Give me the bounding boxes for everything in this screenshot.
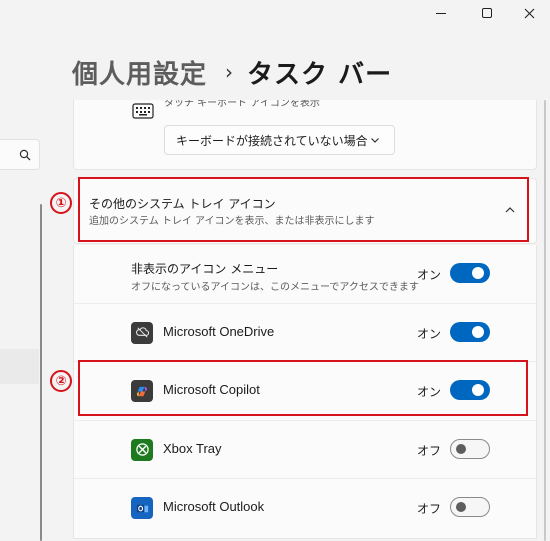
sidebar-scrollbar[interactable] — [40, 204, 42, 541]
toggle-knob — [456, 502, 466, 512]
breadcrumb: 個人用設定 › タスク バー — [72, 52, 392, 92]
toggle-knob — [472, 267, 484, 279]
app-name: Microsoft OneDrive — [163, 323, 275, 339]
annotation-number-1: ① — [50, 192, 72, 214]
annotation-box-2 — [78, 360, 528, 416]
maximize-icon — [482, 8, 492, 18]
chevron-down-icon — [371, 138, 379, 143]
touch-keyboard-label: タッチ キーボード アイコンを表示 — [164, 100, 320, 109]
sidebar — [0, 0, 48, 541]
hidden-menu-title: 非表示のアイコン メニュー — [131, 262, 279, 276]
main-scrollbar[interactable] — [544, 100, 546, 541]
toggle-knob — [456, 443, 466, 454]
toggle-state-label: オン — [417, 268, 442, 282]
search-icon — [19, 149, 31, 160]
settings-content: タッチ キーボード アイコンを表示 キーボードが接続されていない場合 その他のシ… — [73, 100, 537, 541]
toggle-state-label: オフ — [417, 502, 442, 516]
breadcrumb-parent[interactable]: 個人用設定 — [72, 54, 207, 91]
sidebar-selected-item[interactable] — [0, 349, 39, 384]
toggle-knob — [472, 325, 484, 338]
hidden-menu-description: オフになっているアイコンは、このメニューでアクセスできます — [131, 282, 419, 293]
hidden-menu-toggle[interactable] — [450, 263, 490, 283]
minimize-button[interactable] — [418, 0, 464, 26]
app-row-onedrive: Microsoft OneDrive オン — [74, 304, 536, 362]
onedrive-toggle[interactable] — [450, 321, 490, 342]
annotation-number-2: ② — [50, 370, 72, 392]
touch-keyboard-dropdown[interactable]: キーボードが接続されていない場合 — [164, 125, 395, 155]
onedrive-icon — [131, 321, 153, 344]
minimize-icon — [436, 12, 446, 14]
toggle-state-label: オフ — [417, 443, 442, 458]
maximize-button[interactable] — [464, 0, 510, 26]
close-button[interactable] — [506, 0, 550, 26]
xbox-icon — [131, 438, 153, 461]
annotation-box-1 — [78, 177, 529, 242]
toggle-state-label: オン — [417, 326, 442, 341]
xbox-toggle[interactable] — [450, 438, 490, 459]
app-name: Microsoft Outlook — [163, 499, 265, 514]
app-row-outlook: Microsoft Outlook オフ — [74, 479, 536, 538]
page-title: タスク バー — [247, 59, 393, 90]
close-icon — [524, 8, 534, 18]
touch-keyboard-card: タッチ キーボード アイコンを表示 キーボードが接続されていない場合 — [73, 100, 537, 170]
hidden-icon-menu-row: 非表示のアイコン メニュー オフになっているアイコンは、このメニューでアクセスで… — [74, 245, 536, 304]
sidebar-search-box[interactable] — [0, 139, 40, 170]
app-name: Xbox Tray — [163, 440, 222, 456]
outlook-icon — [131, 497, 153, 519]
dropdown-value: キーボードが接続されていない場合 — [176, 133, 368, 148]
app-row-xbox: Xbox Tray オフ — [74, 421, 536, 479]
keyboard-icon — [132, 103, 154, 119]
outlook-toggle[interactable] — [450, 497, 490, 517]
breadcrumb-separator-icon: › — [225, 60, 234, 84]
